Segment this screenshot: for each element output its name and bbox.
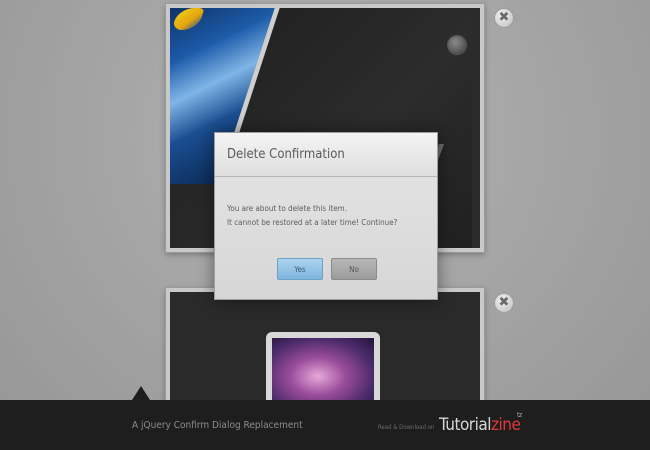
dialog-message-line: It cannot be restored at a later time! C…: [227, 218, 398, 227]
yes-button[interactable]: Yes: [277, 258, 323, 280]
logo-accent-text: zine: [490, 415, 521, 435]
dialog-message-line: You are about to delete this item.: [227, 204, 347, 213]
close-icon[interactable]: ✖: [495, 9, 513, 27]
footer: A jQuery Confirm Dialog Replacement Read…: [0, 400, 650, 450]
footer-title: A jQuery Confirm Dialog Replacement: [132, 420, 303, 431]
item-card-2: [166, 288, 484, 404]
pin-icon: [448, 36, 466, 54]
confirm-dialog: Delete Confirmation You are about to del…: [214, 132, 438, 300]
footer-pointer: [132, 386, 150, 400]
close-icon[interactable]: ✖: [495, 294, 513, 312]
dialog-buttons: Yes No: [277, 258, 379, 280]
fish-image: [171, 8, 205, 30]
no-button[interactable]: No: [331, 258, 377, 280]
tutorialzine-logo[interactable]: Tutorialzine tz: [439, 411, 522, 435]
laptop-screen: [272, 338, 374, 402]
dialog-message: You are about to delete this item. It ca…: [215, 177, 437, 230]
dialog-title: Delete Confirmation: [215, 133, 437, 177]
footer-credit: Read & Download on: [378, 424, 435, 431]
logo-main-text: Tutorial: [439, 415, 491, 435]
logo-superscript: tz: [517, 411, 522, 419]
laptop-image: [266, 332, 380, 404]
